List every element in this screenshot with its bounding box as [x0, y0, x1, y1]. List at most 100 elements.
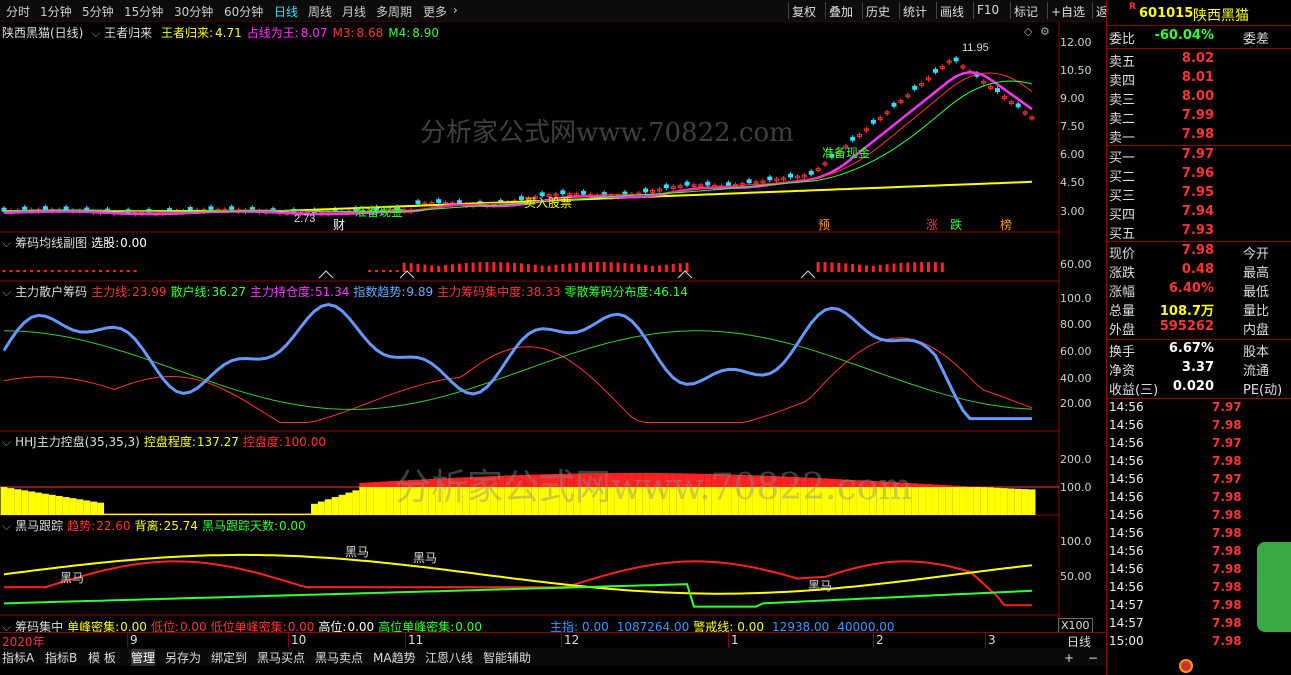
stat-value: 108.7万 — [1159, 304, 1214, 319]
chip-bar — [409, 263, 413, 272]
buy-row[interactable]: 买五 7.93 — [1107, 223, 1291, 242]
tick-price: 7.97 — [1212, 436, 1242, 450]
panel1-y-label: 7.50 — [1060, 120, 1085, 133]
panel4-item-value-0: 137.27 — [196, 435, 239, 449]
buy-row[interactable]: 买二 7.96 — [1107, 166, 1291, 185]
panel3-y-label: 100.0 — [1060, 292, 1092, 305]
time-axis-month: 9 — [127, 633, 138, 647]
stat-right-label: PE(动) — [1243, 383, 1283, 398]
panel2-title[interactable]: 筹码均线副图 — [15, 236, 87, 250]
bottom-tab-10[interactable]: 智能辅助 — [483, 649, 531, 666]
chevron-down-icon[interactable]: ⌵ — [2, 519, 11, 533]
panel5-title[interactable]: 黑马跟踪 — [15, 519, 63, 533]
tick-price: 7.98 — [1212, 526, 1242, 540]
zoom-indicator[interactable]: X100 — [1058, 618, 1093, 633]
chart-area[interactable]: 11.952.73准备现金准备现金买入股票财预涨跌榜黑马黑马 黑马黑马 — [0, 0, 1060, 648]
chip-bar — [64, 270, 68, 272]
control-bar — [276, 513, 284, 515]
chip-bar — [457, 263, 461, 272]
chip-bar — [830, 262, 834, 272]
chevron-down-icon[interactable]: ⌵ — [2, 285, 11, 299]
chip-bar — [57, 270, 61, 272]
tick-price: 7.98 — [1212, 634, 1242, 648]
control-bar — [338, 494, 346, 515]
tick-row: 14:56 7.98 — [1107, 508, 1291, 526]
side-promo-tab[interactable] — [1257, 542, 1291, 632]
panel3-title[interactable]: 主力散户筹码 — [15, 285, 87, 299]
control-bar — [179, 513, 187, 515]
time-axis-month: 1 — [728, 633, 739, 647]
candle-body — [746, 179, 752, 184]
control-bar — [104, 513, 111, 515]
chip-bar — [609, 262, 613, 272]
low-price-label: 2.73 — [294, 213, 315, 225]
bottom-tab-9[interactable]: 江恩八线 — [425, 649, 473, 666]
control-bar — [21, 490, 29, 515]
tick-row: 14:56 7.97 — [1107, 400, 1291, 418]
stat-value: 595262 — [1159, 319, 1214, 334]
sell-row[interactable]: 卖五 8.02 — [1107, 51, 1291, 70]
control-bar — [152, 513, 160, 515]
tick-row: 14:56 7.98 — [1107, 418, 1291, 436]
chip-bar — [119, 270, 123, 272]
control-bar — [14, 489, 22, 515]
chip-bar — [105, 270, 109, 272]
bottom-tab-6[interactable]: 黑马买点 — [257, 649, 305, 666]
chevron-down-icon[interactable]: ⌵ — [2, 435, 11, 449]
bottom-tab-0[interactable]: 指标A — [2, 649, 34, 666]
chip-bar — [547, 265, 551, 272]
chip-bar — [375, 270, 379, 272]
control-bar — [980, 487, 988, 515]
tick-time: 14:56 — [1109, 418, 1144, 432]
buy-row[interactable]: 买四 7.94 — [1107, 204, 1291, 223]
control-bar — [242, 513, 249, 515]
tick-time: 14:56 — [1109, 472, 1144, 486]
sell-row[interactable]: 卖一 7.98 — [1107, 127, 1291, 146]
buy-price: 7.94 — [1181, 204, 1214, 219]
control-bar — [248, 513, 256, 515]
chip-bar — [464, 263, 468, 272]
zoom-out-button[interactable]: − — [1088, 651, 1098, 665]
panel3-item-value-2: 51.34 — [314, 285, 350, 299]
candle-body — [684, 181, 690, 186]
chip-bar — [588, 262, 592, 272]
time-axis: 2020年 9 10 11 12 1 2 3 日线 — [0, 632, 1106, 649]
event-marker: 涨 — [926, 217, 938, 232]
sell-row[interactable]: 卖二 7.99 — [1107, 108, 1291, 127]
sell-row[interactable]: 卖三 8.00 — [1107, 89, 1291, 108]
candle-body — [725, 182, 731, 187]
bottom-tab-4[interactable]: 另存为 — [165, 649, 201, 666]
bottom-tab-7[interactable]: 黑马卖点 — [315, 649, 363, 666]
control-bar — [966, 487, 974, 515]
tick-time: 14:57 — [1109, 616, 1144, 630]
candle-body — [436, 199, 442, 204]
heima-label: 黑马 — [413, 551, 437, 565]
chip-bar — [423, 264, 427, 272]
sell-price: 8.01 — [1181, 70, 1214, 85]
bottom-tab-5[interactable]: 绑定到 — [211, 649, 247, 666]
bottom-tab-8[interactable]: MA趋势 — [373, 649, 416, 666]
chip-bar — [913, 262, 917, 272]
buy-row[interactable]: 买三 7.95 — [1107, 185, 1291, 204]
stat-row: 涨跌 0.48 最高 — [1107, 262, 1291, 281]
control-bar — [35, 492, 42, 515]
control-bar — [352, 490, 360, 515]
bottom-tab-2[interactable]: 模 板 — [88, 649, 116, 666]
control-bar — [207, 513, 215, 515]
chevron-down-icon[interactable]: ⌵ — [2, 236, 11, 250]
candle-body — [229, 206, 235, 211]
buy-row[interactable]: 买一 7.97 — [1107, 147, 1291, 166]
control-bar — [994, 487, 1001, 515]
chip-marker — [800, 270, 816, 279]
zoom-in-button[interactable]: + — [1064, 651, 1074, 665]
chip-bar — [388, 270, 392, 272]
time-axis-month: 12 — [561, 633, 579, 647]
control-bar — [345, 492, 353, 515]
heima-label: 黑马 — [60, 571, 84, 585]
bottom-tab-1[interactable]: 指标B — [45, 649, 77, 666]
bottom-tab-3[interactable]: 管理 — [131, 649, 156, 666]
panel4-title[interactable]: HHJ主力控盘(35,35,3) — [15, 435, 140, 449]
chip-bar — [823, 262, 827, 272]
stat-right-label: 流通 — [1243, 364, 1270, 379]
sell-row[interactable]: 卖四 8.01 — [1107, 70, 1291, 89]
